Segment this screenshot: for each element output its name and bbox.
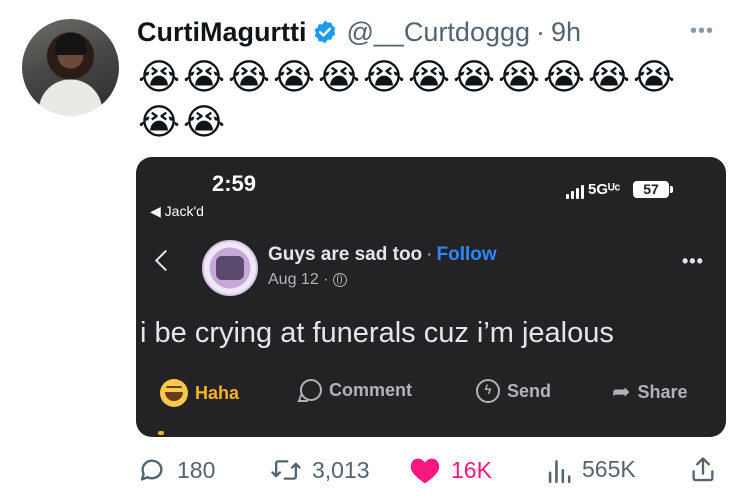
crying-emoji: 😭 bbox=[632, 57, 676, 98]
crying-emoji: 😭 bbox=[137, 57, 181, 98]
share-button[interactable] bbox=[690, 455, 716, 483]
views-button[interactable]: 565K bbox=[546, 455, 636, 483]
crying-emoji: 😭 bbox=[317, 57, 361, 98]
crying-emoji: 😭 bbox=[362, 57, 406, 98]
tweet-text-line-2: 😭 😭 bbox=[137, 101, 226, 145]
heart-icon bbox=[410, 458, 440, 484]
page-name-line: Guys are sad too · Follow bbox=[268, 244, 497, 266]
crying-emoji: 😭 bbox=[407, 57, 451, 98]
like-count: 16K bbox=[451, 456, 492, 483]
card-edge-mark bbox=[158, 431, 164, 435]
retweet-icon bbox=[271, 460, 301, 480]
haha-reaction: Haha bbox=[160, 379, 239, 407]
tweet-header: CurtiMagurtti @__Curtdoggg · 9h bbox=[137, 14, 581, 50]
like-button[interactable]: 16K bbox=[409, 455, 492, 485]
comment-label: Comment bbox=[329, 379, 413, 400]
verified-badge-icon bbox=[315, 20, 336, 44]
crying-emoji: 😭 bbox=[182, 57, 226, 98]
network-label: 5Gᵁᶜ bbox=[588, 181, 621, 198]
send-action: ϟ Send bbox=[476, 379, 551, 403]
header-separator: · bbox=[536, 16, 546, 47]
battery-icon: 57 bbox=[633, 181, 669, 198]
crying-emoji: 😭 bbox=[227, 57, 271, 98]
send-label: Send bbox=[507, 380, 552, 401]
page-avatar bbox=[202, 240, 258, 296]
tweet-text-line-1: 😭 😭 😭 😭 😭 😭 😭 😭 😭 😭 😭 😭 bbox=[137, 56, 676, 100]
share-icon bbox=[692, 457, 714, 482]
crying-emoji: 😭 bbox=[182, 102, 226, 143]
post-date: Aug 12 · bbox=[268, 271, 348, 289]
follow-link: Follow bbox=[436, 244, 497, 265]
page-name-separator: · bbox=[426, 244, 433, 265]
post-more-icon: ••• bbox=[682, 251, 704, 271]
reply-button[interactable]: 180 bbox=[137, 455, 215, 485]
more-options-icon[interactable]: ••• bbox=[690, 20, 714, 43]
crying-emoji: 😭 bbox=[137, 102, 181, 143]
crying-emoji: 😭 bbox=[497, 57, 541, 98]
comment-icon bbox=[300, 379, 322, 401]
user-handle[interactable]: @__Curtdoggg bbox=[346, 17, 530, 48]
embedded-screenshot[interactable]: 2:59 ◀ Jack'd 5Gᵁᶜ 57 Guys are sad too · F… bbox=[136, 157, 726, 437]
phone-back-app-label: ◀ Jack'd bbox=[150, 203, 204, 219]
share-label: Share bbox=[637, 381, 688, 402]
share-action: ➦ Share bbox=[612, 379, 687, 405]
user-avatar[interactable] bbox=[22, 19, 119, 116]
crying-emoji: 😭 bbox=[587, 57, 631, 98]
reply-count: 180 bbox=[177, 456, 216, 483]
haha-label: Haha bbox=[195, 382, 240, 403]
comment-action: Comment bbox=[300, 379, 412, 401]
crying-emoji: 😭 bbox=[272, 57, 316, 98]
page-name: Guys are sad too bbox=[268, 244, 423, 265]
reply-icon bbox=[140, 459, 163, 481]
retweet-count: 3,013 bbox=[312, 456, 370, 483]
retweet-button[interactable]: 3,013 bbox=[270, 455, 370, 485]
avatar-durag bbox=[55, 33, 87, 55]
messenger-icon: ϟ bbox=[476, 379, 500, 403]
phone-status-time: 2:59 bbox=[212, 171, 257, 196]
tweet-timestamp[interactable]: 9h bbox=[551, 17, 581, 48]
crying-emoji: 😭 bbox=[542, 57, 586, 98]
views-count: 565K bbox=[582, 455, 636, 482]
back-chevron-icon bbox=[154, 249, 177, 272]
views-chart-icon bbox=[548, 460, 571, 483]
crying-emoji: 😭 bbox=[452, 57, 496, 98]
post-date-text: Aug 12 · bbox=[268, 271, 329, 288]
globe-icon bbox=[333, 273, 348, 287]
cell-signal-icon bbox=[566, 185, 584, 199]
post-text: i be crying at funerals cuz i’m jealous bbox=[140, 317, 614, 349]
display-name[interactable]: CurtiMagurtti bbox=[137, 17, 306, 48]
battery-tip bbox=[670, 186, 673, 193]
share-arrow-icon: ➦ bbox=[612, 379, 631, 404]
haha-emoji-icon bbox=[160, 379, 188, 407]
